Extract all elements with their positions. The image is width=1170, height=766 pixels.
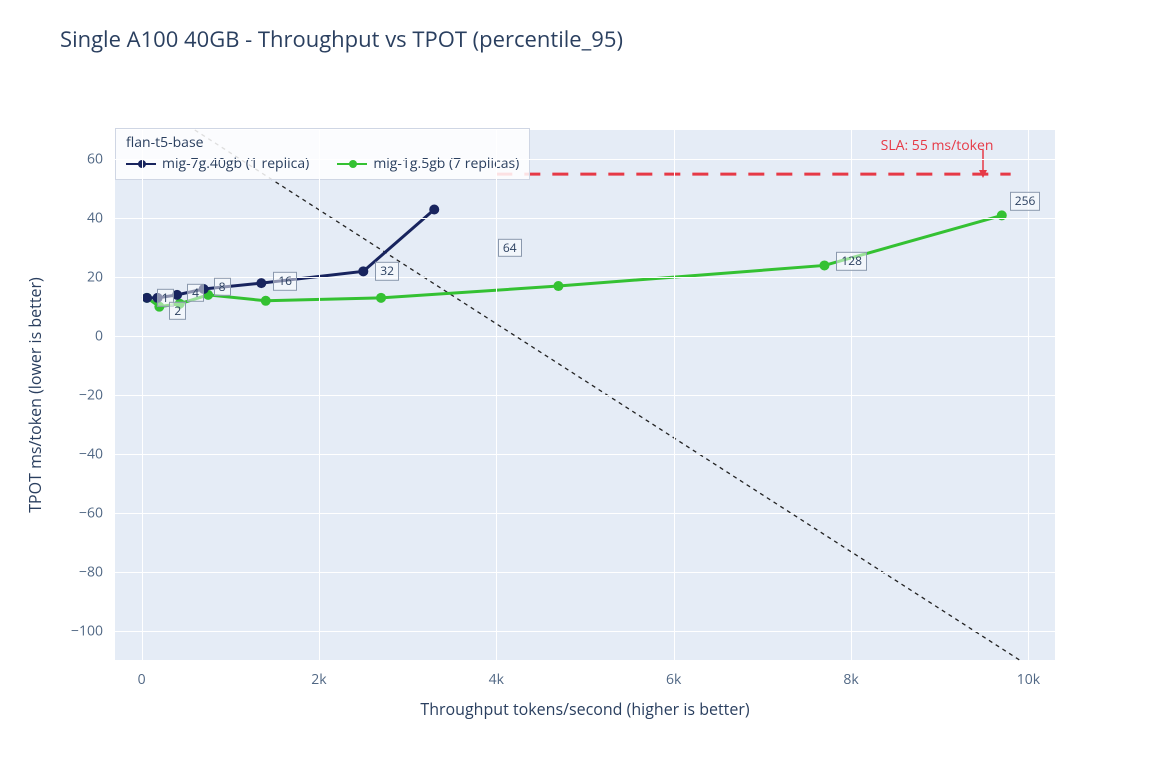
chart-title: Single A100 40GB - Throughput vs TPOT (p… <box>60 24 623 54</box>
data-point[interactable] <box>358 266 368 276</box>
x-tick-label: 6k <box>666 670 681 689</box>
data-point[interactable] <box>172 290 182 300</box>
x-tick-label: 10k <box>1017 670 1040 689</box>
legend-title: flan-t5-base <box>126 133 519 152</box>
chart-root: Single A100 40GB - Throughput vs TPOT (p… <box>0 0 1170 766</box>
data-point[interactable] <box>376 293 386 303</box>
legend-item-series-b[interactable]: mig-1g.5gb (7 replicas) <box>337 154 519 173</box>
x-axis-label: Throughput tokens/second (higher is bett… <box>420 698 749 720</box>
plot-area[interactable]: Throughput tokens/second (higher is bett… <box>115 130 1055 660</box>
gridline-h <box>115 572 1055 573</box>
y-tick-label: −100 <box>71 621 103 640</box>
legend-item-series-a[interactable]: mig-7g.40gb (1 replica) <box>126 154 309 173</box>
legend-label-a: mig-7g.40gb (1 replica) <box>162 154 309 173</box>
data-point[interactable] <box>256 278 266 288</box>
y-tick-label: −60 <box>79 503 103 522</box>
x-tick-label: 4k <box>489 670 504 689</box>
data-point[interactable] <box>429 205 439 215</box>
legend-label-b: mig-1g.5gb (7 replicas) <box>373 154 519 173</box>
data-point[interactable] <box>553 281 563 291</box>
data-point[interactable] <box>154 302 164 312</box>
y-tick-label: −40 <box>79 444 103 463</box>
y-tick-label: −80 <box>79 562 103 581</box>
data-point[interactable] <box>819 260 829 270</box>
x-tick-label: 8k <box>843 670 858 689</box>
y-tick-label: 60 <box>87 150 103 169</box>
gridline-h <box>115 631 1055 632</box>
legend[interactable]: flan-t5-base mig-7g.40gb (1 replica) mig… <box>115 128 530 180</box>
data-point[interactable] <box>199 284 209 294</box>
y-tick-label: 0 <box>95 327 103 346</box>
x-tick-label: 2k <box>311 670 326 689</box>
gridline-h <box>115 513 1055 514</box>
gridline-h <box>115 218 1055 219</box>
y-tick-label: 20 <box>87 268 103 287</box>
data-point[interactable] <box>261 296 271 306</box>
y-tick-label: 40 <box>87 209 103 228</box>
series-line[interactable] <box>147 215 1002 306</box>
gridline-h <box>115 159 1055 160</box>
data-point[interactable] <box>175 299 185 309</box>
gridline-h <box>115 454 1055 455</box>
y-axis-label: TPOT ms/token (lower is better) <box>24 277 46 513</box>
x-tick-label: 0 <box>138 670 146 689</box>
gridline-h <box>115 277 1055 278</box>
data-point[interactable] <box>142 293 152 303</box>
gridline-h <box>115 336 1055 337</box>
sla-arrow-icon <box>973 150 993 180</box>
gridline-h <box>115 395 1055 396</box>
y-tick-label: −20 <box>79 386 103 405</box>
legend-swatch-b <box>337 163 367 165</box>
data-point[interactable] <box>153 293 163 303</box>
series-line[interactable] <box>147 210 434 298</box>
